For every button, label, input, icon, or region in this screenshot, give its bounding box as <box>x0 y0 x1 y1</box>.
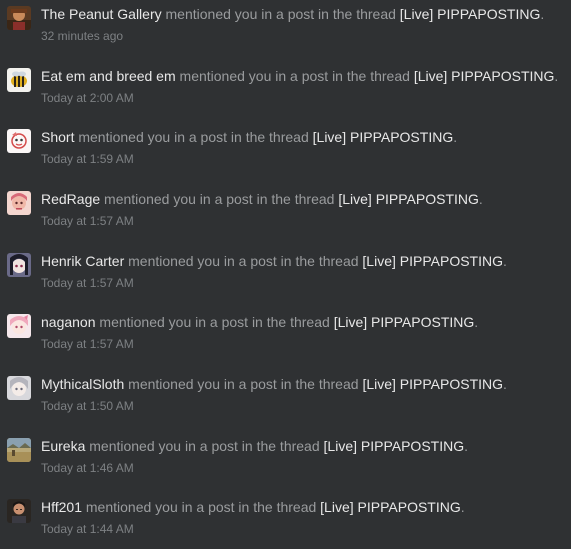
alert-action-text: mentioned you in a post in the thread <box>74 129 313 145</box>
thread-title: PIPPAPOSTING <box>375 191 479 207</box>
thread-title: PIPPAPOSTING <box>437 6 541 22</box>
alerts-list: The Peanut Gallery mentioned you in a po… <box>0 0 571 549</box>
alert-text: Hff201 mentioned you in a post in the th… <box>41 498 565 516</box>
alert-timestamp: Today at 1:50 AM <box>41 399 134 413</box>
alert-username[interactable]: The Peanut Gallery <box>41 6 162 22</box>
alert-action-text: mentioned you in a post in the thread <box>82 499 321 515</box>
thread-title: PIPPAPOSTING <box>360 438 465 454</box>
alert-text: RedRage mentioned you in a post in the t… <box>41 190 565 208</box>
alert-item: Short mentioned you in a post in the thr… <box>0 128 571 180</box>
thread-prefix: [Live] <box>338 191 372 207</box>
alert-text: Short mentioned you in a post in the thr… <box>41 128 565 146</box>
thread-title: PIPPAPOSTING <box>399 253 503 269</box>
alert-timestamp: Today at 2:00 AM <box>41 91 134 105</box>
alert-timestamp: Today at 1:57 AM <box>41 214 134 228</box>
thread-link[interactable]: [Live] PIPPAPOSTING <box>414 68 555 84</box>
alert-username[interactable]: Eureka <box>41 438 85 454</box>
alert-timestamp: Today at 1:46 AM <box>41 461 134 475</box>
alert-end-text: . <box>453 129 458 145</box>
alert-action-text: mentioned you in a post in the thread <box>175 68 414 84</box>
alert-item: The Peanut Gallery mentioned you in a po… <box>0 5 571 57</box>
alert-text: The Peanut Gallery mentioned you in a po… <box>41 5 565 23</box>
alert-item: RedRage mentioned you in a post in the t… <box>0 190 571 242</box>
alert-end-text: . <box>460 499 465 515</box>
alert-username[interactable]: Eat em and breed em <box>41 68 176 84</box>
bee-avatar-icon[interactable] <box>7 68 31 92</box>
alert-action-text: mentioned you in a post in the thread <box>161 6 400 22</box>
alert-username[interactable]: MythicalSloth <box>41 376 124 392</box>
thread-link[interactable]: [Live] PIPPAPOSTING <box>362 376 503 392</box>
pink-hair-character-avatar-icon[interactable] <box>7 314 31 338</box>
person-photo-avatar-icon[interactable] <box>7 499 31 523</box>
dark-hair-character-avatar-icon[interactable] <box>7 253 31 277</box>
alert-username[interactable]: RedRage <box>41 191 100 207</box>
alert-item: Hff201 mentioned you in a post in the th… <box>0 498 571 549</box>
thread-link[interactable]: [Live] PIPPAPOSTING <box>324 438 465 454</box>
alert-timestamp: 32 minutes ago <box>41 29 124 43</box>
alert-timestamp: Today at 1:57 AM <box>41 337 134 351</box>
alert-username[interactable]: naganon <box>41 314 96 330</box>
thread-link[interactable]: [Live] PIPPAPOSTING <box>334 314 475 330</box>
thread-prefix: [Live] <box>333 314 368 330</box>
alert-item: Eureka mentioned you in a post in the th… <box>0 437 571 489</box>
alert-action-text: mentioned you in a post in the thread <box>85 438 324 454</box>
thread-link[interactable]: [Live] PIPPAPOSTING <box>362 253 503 269</box>
alert-timestamp: Today at 1:57 AM <box>41 276 134 290</box>
alert-action-text: mentioned you in a post in the thread <box>100 191 339 207</box>
thread-title: PIPPAPOSTING <box>371 314 475 330</box>
thread-prefix: [Live] <box>399 6 434 22</box>
thread-link[interactable]: [Live] PIPPAPOSTING <box>338 191 479 207</box>
thread-link[interactable]: [Live] PIPPAPOSTING <box>313 129 454 145</box>
alert-end-text: . <box>474 314 479 330</box>
alert-timestamp: Today at 1:59 AM <box>41 152 134 166</box>
thread-title: PIPPAPOSTING <box>357 499 461 515</box>
thread-prefix: [Live] <box>362 253 396 269</box>
alert-action-text: mentioned you in a post in the thread <box>95 314 334 330</box>
alert-end-text: . <box>478 191 483 207</box>
alert-item: Eat em and breed em mentioned you in a p… <box>0 67 571 119</box>
alert-text: Eat em and breed em mentioned you in a p… <box>41 67 565 85</box>
silver-hair-character-avatar-icon[interactable] <box>7 376 31 400</box>
alert-action-text: mentioned you in a post in the thread <box>124 253 363 269</box>
thread-link[interactable]: [Live] PIPPAPOSTING <box>320 499 461 515</box>
alert-item: Henrik Carter mentioned you in a post in… <box>0 252 571 304</box>
alert-text: Eureka mentioned you in a post in the th… <box>41 437 565 455</box>
thread-title: PIPPAPOSTING <box>350 129 454 145</box>
alert-username[interactable]: Short <box>41 129 74 145</box>
alert-text: Henrik Carter mentioned you in a post in… <box>41 252 565 270</box>
alert-item: MythicalSloth mentioned you in a post in… <box>0 375 571 427</box>
alert-timestamp: Today at 1:44 AM <box>41 522 134 536</box>
thread-prefix: [Live] <box>362 376 396 392</box>
thread-title: PIPPAPOSTING <box>399 376 504 392</box>
alert-text: naganon mentioned you in a post in the t… <box>41 313 565 331</box>
thread-prefix: [Live] <box>323 438 357 454</box>
alert-end-text: . <box>554 68 559 84</box>
alert-end-text: . <box>503 376 507 392</box>
alert-action-text: mentioned you in a post in the thread <box>124 376 363 392</box>
anime-girl-avatar-icon[interactable] <box>7 129 31 153</box>
landscape-avatar-icon[interactable] <box>7 438 31 462</box>
alert-end-text: . <box>540 6 545 22</box>
alert-username[interactable]: Hff201 <box>41 499 82 515</box>
thread-link[interactable]: [Live] PIPPAPOSTING <box>400 6 541 22</box>
alert-text: MythicalSloth mentioned you in a post in… <box>41 375 565 393</box>
peanut-gallery-avatar-icon[interactable] <box>7 6 31 30</box>
thread-prefix: [Live] <box>413 68 448 84</box>
alert-item: naganon mentioned you in a post in the t… <box>0 313 571 365</box>
alert-end-text: . <box>503 253 507 269</box>
thread-prefix: [Live] <box>312 129 347 145</box>
alert-end-text: . <box>464 438 468 454</box>
alert-username[interactable]: Henrik Carter <box>41 253 124 269</box>
pink-character-avatar-icon[interactable] <box>7 191 31 215</box>
thread-title: PIPPAPOSTING <box>451 68 555 84</box>
thread-prefix: [Live] <box>320 499 354 515</box>
